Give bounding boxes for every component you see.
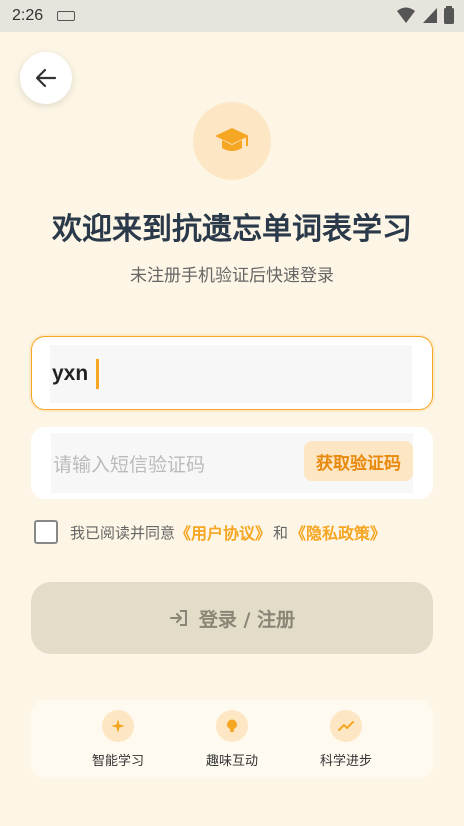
signal-icon: [423, 8, 437, 23]
privacy-policy-link[interactable]: 《隐私政策》: [290, 520, 386, 544]
code-field[interactable]: 请输入短信验证码 获取验证码: [31, 427, 433, 499]
login-register-button[interactable]: 登录 / 注册: [31, 582, 433, 654]
phone-field[interactable]: yxn: [31, 336, 433, 410]
feature-item: 趣味互动: [177, 710, 287, 778]
app-logo: [193, 102, 271, 180]
agreement-row: 我已阅读并同意 《用户协议》 和 《隐私政策》: [34, 518, 386, 546]
wifi-icon: [397, 7, 415, 23]
page-subtitle: 未注册手机验证后快速登录: [130, 266, 334, 286]
feature-label: 智能学习: [91, 754, 144, 769]
status-time: 2:26: [12, 7, 44, 24]
get-code-button[interactable]: 获取验证码: [304, 441, 413, 481]
page-title: 欢迎来到抗遗忘单词表学习: [52, 212, 412, 247]
feature-item: 科学进步: [291, 710, 401, 778]
text-cursor: [96, 359, 100, 389]
arrow-left-icon: [35, 68, 57, 88]
graduation-cap-icon: [215, 128, 249, 151]
status-bar: 2:26: [0, 0, 464, 32]
phone-input[interactable]: yxn: [50, 345, 412, 403]
agree-checkbox[interactable]: [34, 520, 58, 544]
feature-label: 科学进步: [319, 754, 372, 769]
battery-icon: [444, 6, 454, 24]
lightbulb-icon: [216, 710, 248, 742]
back-button[interactable]: [20, 52, 72, 104]
feature-list: 智能学习 趣味互动 科学进步: [31, 700, 433, 778]
feature-item: 智能学习: [63, 710, 173, 778]
login-register-label: 登录 / 注册: [198, 608, 296, 631]
code-input[interactable]: 请输入短信验证码 获取验证码: [51, 433, 413, 493]
phone-input-value: yxn: [52, 362, 89, 385]
feature-label: 趣味互动: [205, 754, 258, 769]
status-icons: [396, 6, 454, 24]
user-agreement-link[interactable]: 《用户协议》: [175, 520, 271, 544]
trend-up-icon: [330, 710, 362, 742]
agree-and: 和: [273, 523, 289, 542]
code-input-placeholder: 请输入短信验证码: [53, 453, 206, 476]
login-icon: [169, 610, 187, 626]
agree-prefix: 我已阅读并同意: [70, 523, 176, 542]
sparkle-icon: [102, 710, 134, 742]
keyboard-icon: [57, 11, 76, 21]
